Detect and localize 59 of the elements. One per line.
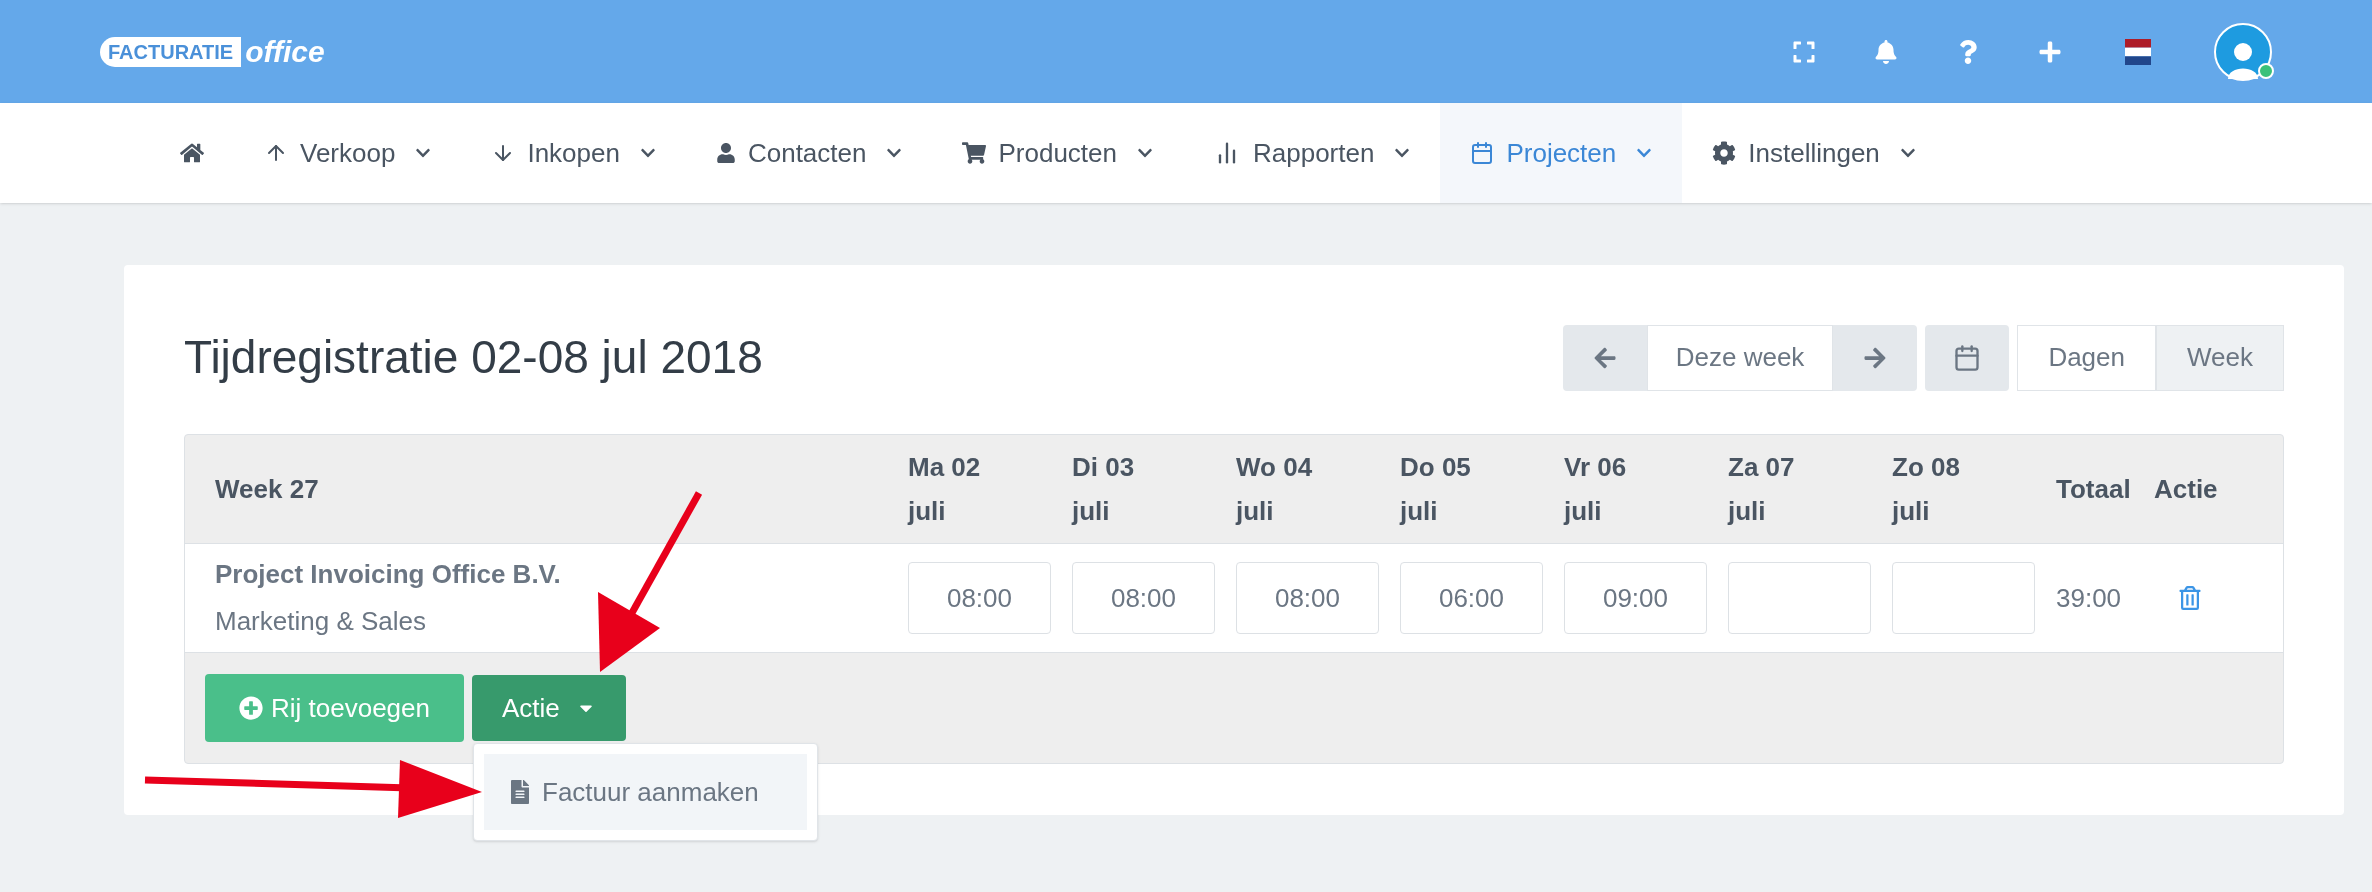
nav-item[interactable]: Instellingen <box>1682 103 1946 203</box>
view-toggle[interactable]: Week <box>2156 324 2284 391</box>
total-hours: 39:00 <box>2056 581 2123 615</box>
gear-icon <box>1712 141 1737 165</box>
hours-input[interactable] <box>1728 562 1871 634</box>
this-week-button[interactable]: Deze week <box>1646 324 1834 391</box>
cart-icon <box>962 141 987 165</box>
column-header: Ma 02 <box>908 450 982 483</box>
calendar-icon <box>1470 141 1495 165</box>
hours-input[interactable]: 06:00 <box>1400 562 1543 634</box>
delete-icon[interactable] <box>2178 586 2202 610</box>
calendar-button[interactable] <box>1925 324 2010 391</box>
hours-input[interactable]: 08:00 <box>908 562 1051 634</box>
home-icon <box>180 141 204 165</box>
document-icon <box>510 780 530 804</box>
nav-item[interactable]: Projecten <box>1440 103 1683 203</box>
column-header: Totaal <box>2056 472 2132 506</box>
column-header: juli <box>1564 495 1603 528</box>
logo-word: FACTURATIE <box>100 36 242 67</box>
column-header: Wo 04 <box>1236 450 1314 483</box>
page-title: Tijdregistratie 02-08 jul 2018 <box>184 330 763 385</box>
column-header: juli <box>1072 495 1111 528</box>
task-name: Marketing & Sales <box>215 605 427 638</box>
column-header: juli <box>1728 495 1767 528</box>
logo-word: office <box>245 34 325 70</box>
nav-item[interactable]: Inkopen <box>461 103 686 203</box>
nav-item[interactable]: Rapporten <box>1183 103 1441 203</box>
previous-week-button[interactable] <box>1562 324 1647 391</box>
hours-input[interactable]: 09:00 <box>1564 562 1707 634</box>
calendar-icon <box>1953 343 1982 372</box>
column-header: juli <box>1892 495 1931 528</box>
action-button[interactable]: Actie <box>472 675 626 741</box>
hours-input[interactable] <box>1892 562 2035 634</box>
column-header: Week 27 <box>215 472 320 506</box>
next-week-button[interactable] <box>1833 324 1918 391</box>
nav-item[interactable]: Verkoop <box>234 103 462 203</box>
view-toggle[interactable]: Dagen <box>2017 324 2156 391</box>
notification-bell-icon[interactable] <box>1874 39 1898 64</box>
nav-item[interactable]: Producten <box>932 103 1183 203</box>
arrow-right-icon <box>1863 345 1888 370</box>
nav-item[interactable]: Contacten <box>685 103 933 203</box>
column-header: juli <box>1236 495 1275 528</box>
user-icon <box>715 143 736 163</box>
arrow-left-icon <box>1592 345 1617 370</box>
column-header: juli <box>1400 495 1439 528</box>
fullscreen-icon[interactable] <box>1792 39 1816 64</box>
hours-input[interactable]: 08:00 <box>1236 562 1379 634</box>
column-header: Do 05 <box>1400 450 1472 483</box>
column-header: juli <box>908 495 947 528</box>
column-header: Za 07 <box>1728 450 1796 483</box>
column-header: Actie <box>2154 472 2218 506</box>
hours-input[interactable]: 08:00 <box>1072 562 1215 634</box>
project-name: Project Invoicing Office B.V. <box>215 558 562 591</box>
column-header: Vr 06 <box>1564 450 1628 483</box>
column-header: Zo 08 <box>1892 450 1961 483</box>
add-icon[interactable] <box>2038 39 2062 64</box>
column-header: Di 03 <box>1072 450 1136 483</box>
menu-item[interactable]: Factuur aanmaken <box>484 754 807 830</box>
avatar[interactable] <box>2214 22 2272 81</box>
